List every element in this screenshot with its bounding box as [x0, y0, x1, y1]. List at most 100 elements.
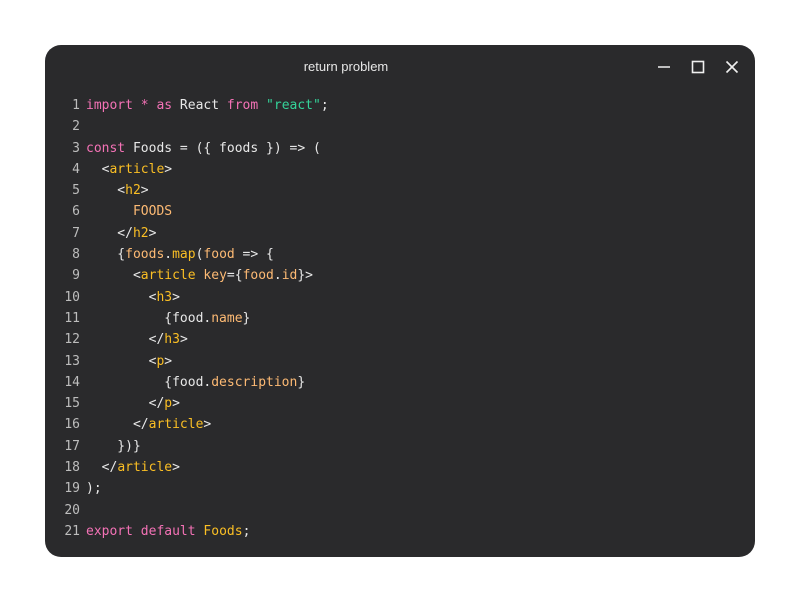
code-line: 12 </h3>: [45, 329, 755, 350]
line-source: {food.description}: [86, 372, 305, 393]
code-token: default: [140, 523, 196, 539]
code-line: 10 <h3>: [45, 287, 755, 308]
close-icon: [725, 60, 739, 74]
line-source: const Foods = ({ foods }) => (: [86, 138, 321, 159]
code-line: 3 const Foods = ({ foods }) => (: [45, 138, 755, 159]
code-token: Foods: [203, 523, 243, 539]
code-token: h3: [164, 332, 180, 348]
code-token: <: [86, 268, 141, 284]
code-line: 19);: [45, 478, 755, 499]
code-token: <: [86, 183, 126, 199]
code-line: 16 </article>: [45, 414, 755, 435]
code-line: 15 </p>: [45, 393, 755, 414]
code-line: 17 })}: [45, 436, 755, 457]
code-editor[interactable]: 1 import * as React from "react"; 2 3 const …: [45, 95, 755, 542]
code-line: 20: [45, 500, 755, 521]
line-source: );: [86, 478, 102, 499]
line-number: 11: [64, 310, 80, 326]
code-token: article: [117, 460, 173, 476]
line-source: {food.name}: [86, 308, 250, 329]
code-token: >: [140, 183, 149, 199]
code-token: Foods = ({ foods }) => (: [125, 140, 321, 156]
code-line: 14 {food.description}: [45, 372, 755, 393]
code-token: >: [172, 460, 180, 476]
code-token: as: [156, 98, 173, 113]
code-token: name: [211, 310, 243, 326]
code-token: h2: [132, 225, 149, 241]
minimize-button[interactable]: [647, 55, 681, 79]
line-source: </h2>: [86, 223, 156, 244]
line-source: <p>: [86, 351, 173, 372]
code-line: 2: [45, 116, 755, 137]
line-number: 12: [64, 332, 80, 348]
code-token: food: [203, 247, 235, 263]
window-title: return problem: [303, 59, 389, 74]
code-line: 8 {foods.map(food => {: [45, 244, 755, 265]
line-source: </p>: [86, 393, 180, 414]
code-token: article: [148, 417, 204, 433]
code-token: p: [164, 396, 173, 412]
line-number: 9: [72, 268, 80, 284]
line-source: <h3>: [86, 287, 180, 308]
code-token: {: [86, 247, 126, 263]
line-number: 2: [72, 119, 80, 135]
code-token: >: [172, 289, 180, 305]
line-number: 21: [64, 523, 80, 539]
code-token: <: [86, 161, 110, 177]
code-token: export: [86, 523, 133, 539]
code-token: h3: [156, 289, 173, 305]
code-token: >: [164, 161, 173, 177]
code-token: article: [140, 268, 196, 284]
line-number: 5: [72, 183, 80, 199]
code-token: }: [297, 374, 306, 390]
code-line: 11 {food.name}: [45, 308, 755, 329]
code-line: 5 <h2>: [45, 180, 755, 201]
line-number: 17: [64, 438, 80, 454]
line-number: 1: [72, 98, 80, 113]
window-controls: [647, 55, 749, 79]
code-token: );: [86, 481, 102, 497]
code-token: <: [86, 289, 157, 305]
line-number: 14: [64, 374, 80, 390]
code-token: {food.: [86, 374, 212, 390]
line-source: })}: [86, 436, 141, 457]
code-token: description: [211, 374, 298, 390]
line-number: 3: [72, 140, 80, 156]
line-number: 10: [64, 289, 80, 305]
code-token: >: [172, 396, 180, 412]
line-source: import * as React from "react";: [86, 95, 329, 116]
code-window: return problem 1 import * as React from "…: [45, 45, 755, 557]
line-source: </h3>: [86, 329, 188, 350]
code-line: 6 FOODS: [45, 201, 755, 222]
code-line: 13 <p>: [45, 351, 755, 372]
code-token: map: [172, 247, 196, 263]
code-token: React: [172, 98, 227, 113]
title-bar[interactable]: return problem: [45, 45, 755, 89]
code-token: .: [164, 247, 173, 263]
code-token: food: [242, 268, 274, 284]
code-token: foods: [125, 247, 165, 263]
maximize-button[interactable]: [681, 55, 715, 79]
line-source: {foods.map(food => {: [86, 244, 274, 265]
code-token: const: [86, 140, 126, 156]
code-token: ={: [226, 268, 243, 284]
line-source: <article>: [86, 159, 172, 180]
code-token: import: [86, 98, 133, 113]
line-source: FOODS: [86, 201, 172, 222]
code-token: {food.: [86, 310, 212, 326]
line-number: 7: [72, 225, 80, 241]
code-token: }: [242, 310, 251, 326]
code-token: >: [164, 353, 173, 369]
line-number: 16: [64, 417, 80, 433]
code-token: "react": [266, 98, 321, 113]
code-token: h2: [125, 183, 141, 199]
line-source: </article>: [86, 414, 211, 435]
line-source: export default Foods;: [86, 521, 250, 542]
code-token: })}: [86, 438, 141, 454]
line-number: 20: [64, 502, 80, 518]
line-source: </article>: [86, 457, 180, 478]
close-button[interactable]: [715, 55, 749, 79]
